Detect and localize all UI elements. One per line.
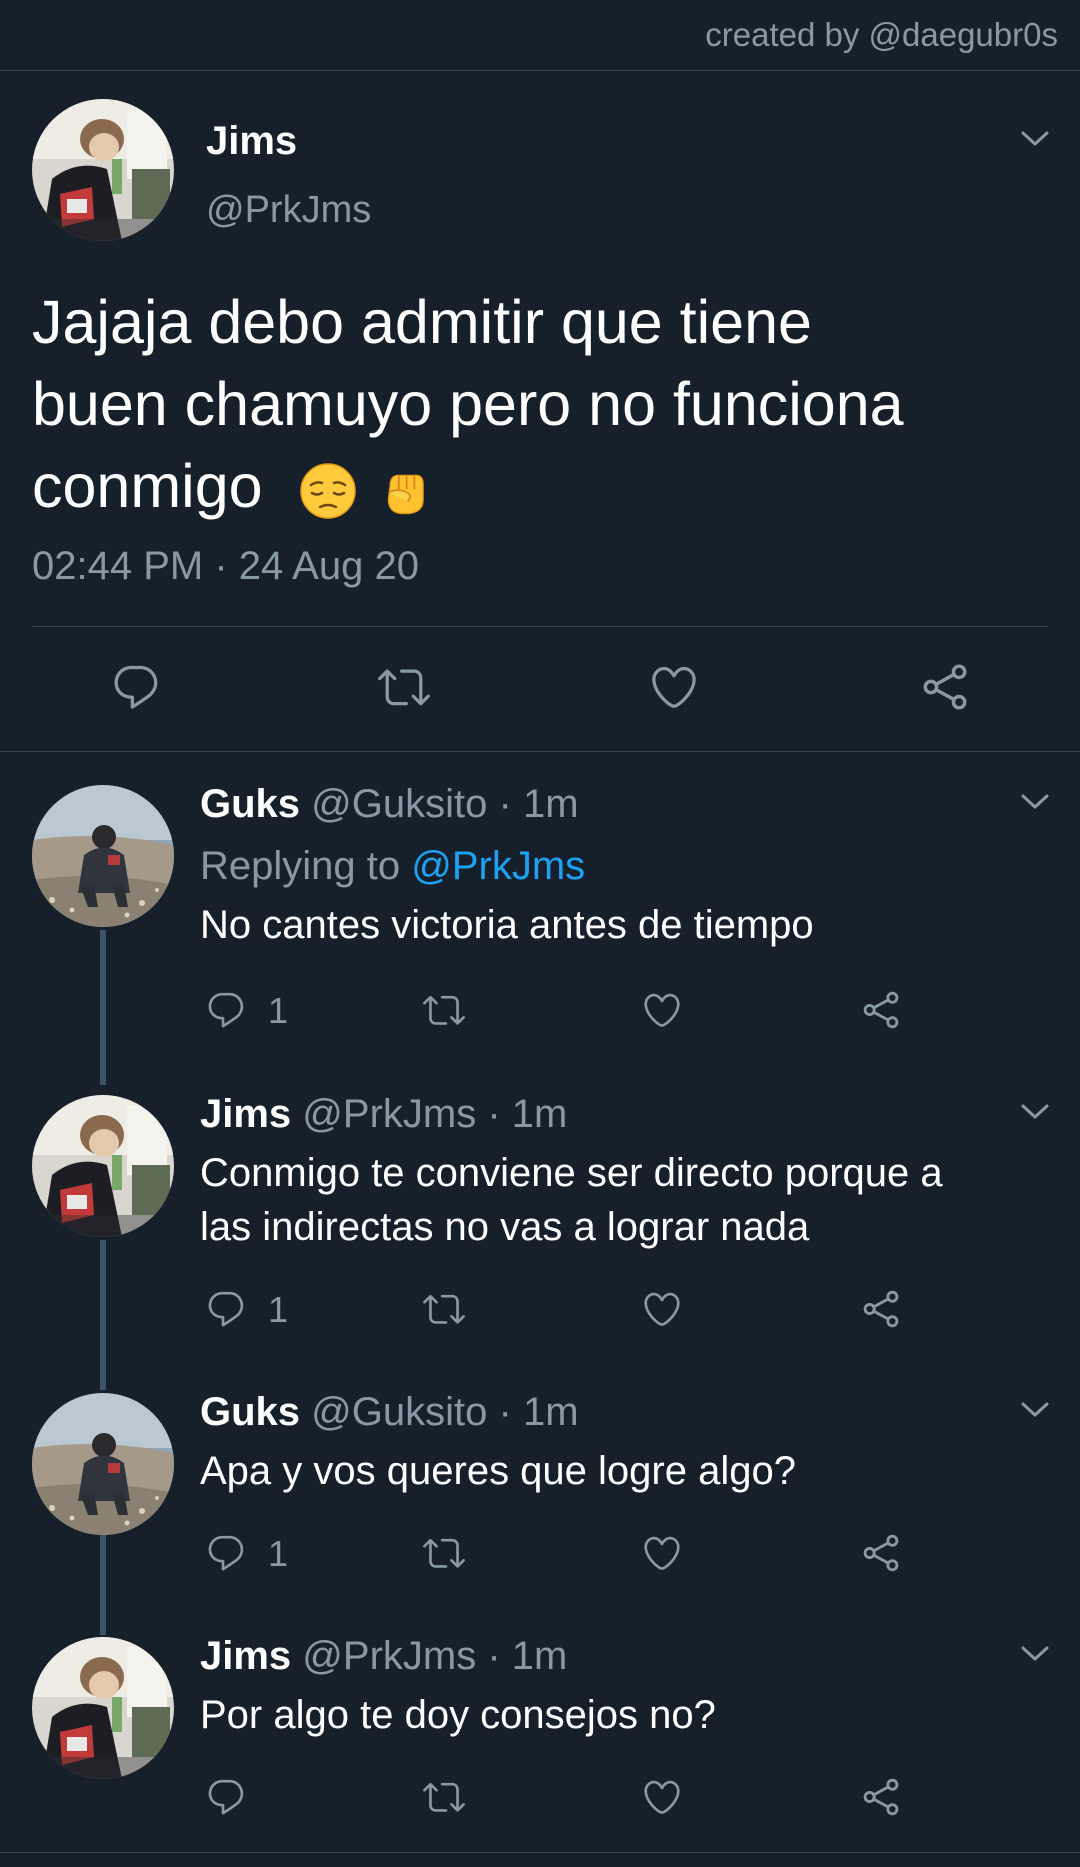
avatar[interactable] — [32, 785, 174, 927]
tweet-text: Jajaja debo admitir que tiene buen chamu… — [32, 281, 1042, 527]
reply-icon[interactable] — [110, 661, 162, 713]
retweet-icon[interactable] — [378, 661, 430, 713]
chevron-down-icon[interactable] — [1020, 1644, 1050, 1664]
author-handle[interactable]: @PrkJms — [206, 189, 371, 232]
reply-header: Jims @PrkJms · 1m — [200, 1092, 567, 1137]
replying-prefix: Replying to — [200, 844, 401, 888]
chevron-down-icon[interactable] — [1020, 129, 1050, 149]
divider — [0, 1852, 1080, 1853]
reply-count: 1 — [268, 1289, 289, 1330]
retweet-icon[interactable] — [423, 989, 465, 1031]
author-handle[interactable]: @PrkJms — [302, 1634, 476, 1678]
share-icon[interactable] — [860, 1532, 902, 1574]
reply-header: Guks @Guksito · 1m — [200, 782, 579, 827]
reply-header: Guks @Guksito · 1m — [200, 1390, 579, 1435]
avatar[interactable] — [32, 99, 174, 241]
tweet-actions — [0, 661, 1080, 731]
like-icon[interactable] — [641, 1776, 683, 1818]
reply-text-line: Apa y vos queres que logre algo? — [200, 1449, 796, 1493]
reply-text-line: Por algo te doy consejos no? — [200, 1693, 716, 1737]
reply-text: Apa y vos queres que logre algo? — [200, 1444, 1040, 1498]
main-tweet[interactable]: Jims @PrkJms Jajaja debo admitir que tie… — [0, 71, 1080, 752]
tweet-text-segment: conmigo — [32, 452, 263, 520]
like-icon[interactable] — [641, 1288, 683, 1330]
avatar[interactable] — [32, 1637, 174, 1779]
reply-icon[interactable] — [205, 1776, 247, 1818]
avatar[interactable] — [32, 1393, 174, 1535]
reply-text-line: las indirectas no vas a lograr nada — [200, 1205, 810, 1249]
tweet-text-line: buen chamuyo pero no funciona — [32, 370, 904, 438]
author-handle[interactable]: @Guksito — [311, 782, 487, 826]
tweet-time: · 1m — [487, 1634, 568, 1678]
raised-fist-emoji-icon — [378, 465, 430, 517]
chevron-down-icon[interactable] — [1020, 792, 1050, 812]
replying-mention[interactable]: @PrkJms — [411, 844, 585, 888]
reply-icon[interactable] — [205, 989, 247, 1031]
tweet-text-line: Jajaja debo admitir que tiene — [32, 288, 812, 356]
reply-text-line: No cantes victoria antes de tiempo — [200, 903, 814, 947]
replying-to: Replying to @PrkJms — [200, 844, 585, 889]
author-name[interactable]: Jims — [200, 1634, 291, 1678]
author-name[interactable]: Guks — [200, 782, 300, 826]
credit-bar: created by @daegubr0s — [0, 0, 1080, 71]
tweet-time: · 1m — [487, 1092, 568, 1136]
thread-line — [100, 930, 106, 1085]
divider — [32, 626, 1048, 627]
tweet-timestamp[interactable]: 02:44 PM · 24 Aug 20 — [32, 544, 419, 589]
share-icon[interactable] — [919, 661, 971, 713]
share-icon[interactable] — [860, 989, 902, 1031]
chevron-down-icon[interactable] — [1020, 1102, 1050, 1122]
retweet-icon[interactable] — [423, 1288, 465, 1330]
retweet-icon[interactable] — [423, 1776, 465, 1818]
tweet-time: · 1m — [498, 782, 579, 826]
thread-line — [100, 1535, 106, 1635]
reply-icon[interactable] — [205, 1532, 247, 1574]
share-icon[interactable] — [860, 1288, 902, 1330]
pensive-face-emoji-icon — [298, 461, 358, 521]
reply-text: No cantes victoria antes de tiempo — [200, 898, 1040, 952]
author-handle[interactable]: @PrkJms — [302, 1092, 476, 1136]
reply-text-line: Conmigo te conviene ser directo porque a — [200, 1151, 943, 1195]
tweet-text-line: conmigo — [32, 445, 1042, 527]
tweet-time: · 1m — [498, 1390, 579, 1434]
like-icon[interactable] — [641, 1532, 683, 1574]
thread-line — [100, 1240, 106, 1390]
retweet-icon[interactable] — [423, 1532, 465, 1574]
credit-text: created by @daegubr0s — [705, 16, 1058, 53]
reply-icon[interactable] — [205, 1288, 247, 1330]
reply-header: Jims @PrkJms · 1m — [200, 1634, 567, 1679]
reply-count: 1 — [268, 1533, 289, 1574]
like-icon[interactable] — [648, 661, 700, 713]
author-name[interactable]: Jims — [200, 1092, 291, 1136]
share-icon[interactable] — [860, 1776, 902, 1818]
avatar[interactable] — [32, 1095, 174, 1237]
author-name[interactable]: Jims — [206, 119, 297, 164]
author-handle[interactable]: @Guksito — [311, 1390, 487, 1434]
reply-text: Conmigo te conviene ser directo porque a… — [200, 1146, 1040, 1254]
chevron-down-icon[interactable] — [1020, 1400, 1050, 1420]
author-name[interactable]: Guks — [200, 1390, 300, 1434]
like-icon[interactable] — [641, 989, 683, 1031]
reply-count: 1 — [268, 990, 289, 1031]
reply-text: Por algo te doy consejos no? — [200, 1688, 1040, 1742]
